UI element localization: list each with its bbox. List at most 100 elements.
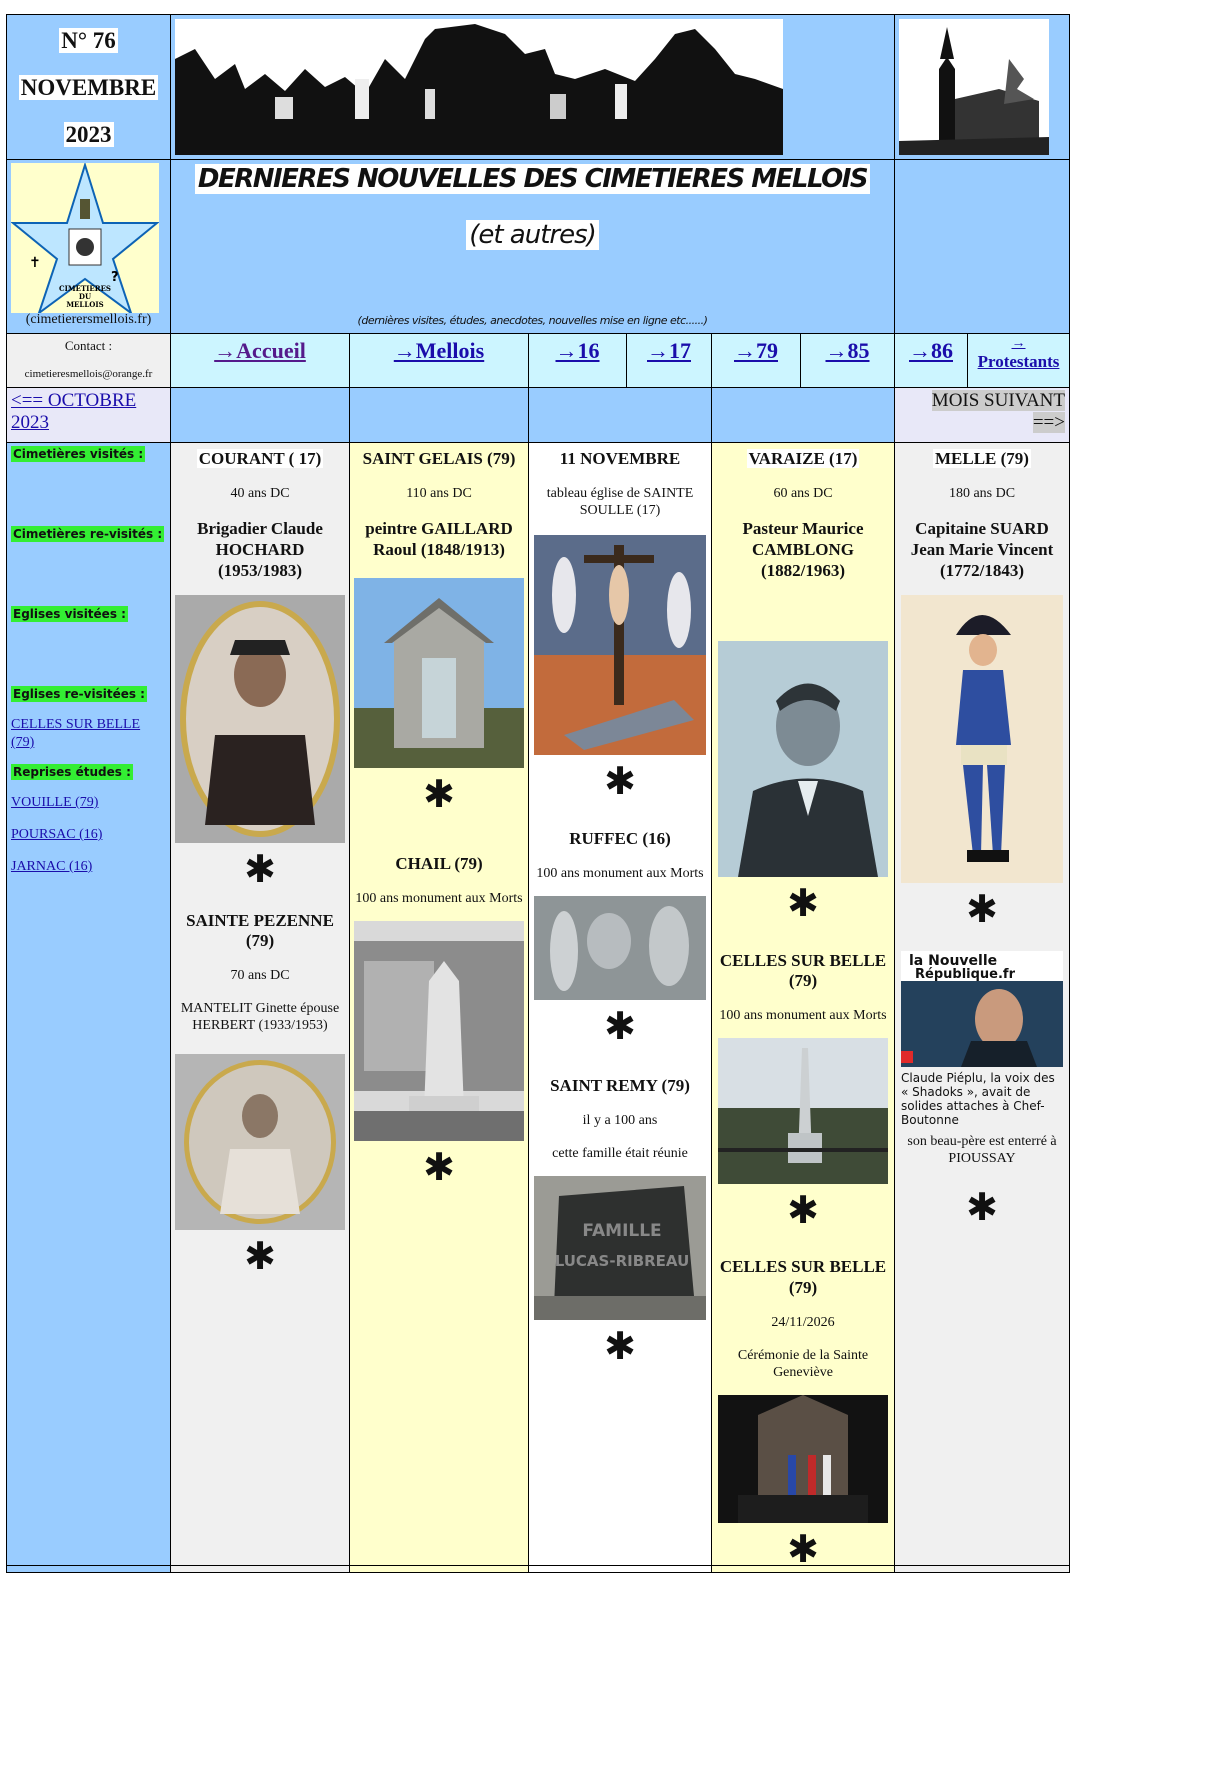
portrait-camblong-image[interactable] — [718, 641, 888, 877]
news-article-caption[interactable]: Claude Piéplu, la voix des « Shadoks », … — [899, 1071, 1065, 1127]
column-1: COURANT ( 17) 40 ans DC Brigadier Claude… — [170, 442, 350, 1566]
logo-caption: (cimetierersmellois.fr) — [25, 312, 152, 327]
nav-link-16[interactable]: →16 — [556, 338, 600, 363]
footer-strip-1 — [6, 1565, 171, 1573]
sidebar-link-celles-sur-belle[interactable]: CELLES SUR BELLE (79) — [11, 717, 140, 750]
sidebar-link-poursac[interactable]: POURSAC (16) — [11, 827, 102, 842]
question-icon: ? — [111, 270, 119, 285]
painting-sainte-soulle-image[interactable] — [534, 535, 706, 755]
nav-protestants: → Protestants — [967, 333, 1070, 388]
nav-16: →16 — [528, 333, 627, 388]
banner-cell — [170, 14, 895, 160]
col2-entry2-place: CHAIL (79) — [395, 854, 483, 873]
plaque-famille-image[interactable]: FAMILLE LUCAS-RIBREAU — [534, 1176, 706, 1320]
sidebar-link-jarnac[interactable]: JARNAC (16) — [11, 859, 92, 874]
col5-entry1-name: Capitaine SUARD Jean Marie Vincent (1772… — [910, 519, 1054, 580]
prev-month-cell: <== OCTOBRE 2023 — [6, 387, 171, 443]
pager-empty-1 — [170, 387, 350, 443]
column-2: SAINT GELAIS (79) 110 ans DC peintre GAI… — [349, 442, 529, 1566]
plaque-text-2: LUCAS-RIBREAU — [555, 1252, 690, 1270]
portrait-mantelit-image[interactable] — [175, 1054, 345, 1230]
plaque-text-1: FAMILLE — [582, 1221, 661, 1241]
monument-ruffec-image[interactable] — [534, 896, 706, 1000]
col3-star-1: ✱ — [604, 759, 636, 803]
footer-strip-6 — [894, 1565, 1070, 1573]
church-cell — [894, 14, 1070, 160]
col4-star-3: ✱ — [787, 1527, 819, 1566]
nav-link-protestants[interactable]: Protestants — [968, 352, 1069, 372]
nav-link-79[interactable]: →79 — [734, 338, 778, 363]
col2-entry1-name: peintre GAILLARD Raoul (1848/1913) — [365, 519, 513, 559]
nav-link-mellois[interactable]: →Mellois — [394, 338, 484, 363]
title-cell: DERNIERES NOUVELLES DES CIMETIERES MELLO… — [170, 159, 895, 334]
col1-entry2-info: 70 ans DC — [230, 968, 290, 983]
footer-strip-5 — [711, 1565, 895, 1573]
star-logo: CIMETIERES DU MELLOIS ✝ ? — [11, 163, 159, 313]
empty-cell-r2 — [894, 159, 1070, 334]
cross-icon: ✝ — [29, 255, 41, 271]
nav-86: →86 — [894, 333, 968, 388]
col4-entry3-info: 24/11/2026 — [771, 1315, 835, 1330]
pager-empty-2 — [349, 387, 529, 443]
issue-year: 2023 — [63, 122, 114, 147]
chapel-gaillard-image[interactable] — [354, 578, 524, 768]
col4-star-2: ✱ — [787, 1188, 819, 1232]
next-month-link[interactable]: MOIS SUIVANT ==> — [899, 390, 1065, 434]
nav-link-85[interactable]: →85 — [826, 338, 870, 363]
col4-entry1-place: VARAIZE (17) — [746, 449, 860, 468]
contact-cell: Contact : cimetieresmellois@orange.fr — [6, 333, 171, 388]
issue-number: N° 76 — [59, 28, 118, 53]
logo-cell: CIMETIERES DU MELLOIS ✝ ? (cimetierersme… — [6, 159, 171, 334]
col4-entry2-info: 100 ans monument aux Morts — [719, 1008, 887, 1023]
col4-entry2-place: CELLES SUR BELLE (79) — [719, 951, 887, 990]
col1-star-2: ✱ — [244, 1234, 276, 1278]
visited-churches-label: Eglises visitées : — [11, 606, 128, 622]
church-image — [899, 19, 1049, 155]
col3-star-2: ✱ — [604, 1004, 636, 1048]
nav-link-17[interactable]: →17 — [647, 338, 691, 363]
ceremony-image[interactable] — [718, 1395, 888, 1523]
page-subtitle: (et autres) — [171, 220, 894, 250]
col4-star-1: ✱ — [787, 881, 819, 925]
pager-empty-4 — [711, 387, 895, 443]
news-article-image[interactable]: la Nouvelle République.fr — [901, 951, 1063, 1067]
nav-79: →79 — [711, 333, 801, 388]
col1-entry2-detail: MANTELIT Ginette épouse HERBERT (1933/19… — [180, 1001, 340, 1033]
col3-entry3-place: SAINT REMY (79) — [550, 1076, 690, 1095]
col4-entry3-place: CELLES SUR BELLE (79) — [719, 1257, 887, 1297]
column-3: 11 NOVEMBRE tableau église de SAINTE SOU… — [528, 442, 712, 1566]
col1-entry1-place: COURANT ( 17) — [196, 449, 324, 468]
logo-text-3: MELLOIS — [66, 300, 103, 309]
nav-accueil: →Accueil — [170, 333, 350, 388]
col2-entry2-info: 100 ans monument aux Morts — [355, 891, 523, 906]
page-note: (dernières visites, études, anecdotes, n… — [357, 314, 708, 327]
col5-entry1-info: 180 ans DC — [948, 486, 1016, 501]
monument-chail-image[interactable] — [354, 921, 524, 1141]
col3-entry3-info: il y a 100 ans — [582, 1113, 658, 1128]
portrait-suard-image[interactable] — [901, 595, 1063, 883]
contact-label: Contact : — [64, 338, 113, 353]
nav-link-protestants-arrow[interactable]: → — [968, 336, 1069, 352]
col1-entry1-info: 40 ans DC — [230, 486, 290, 501]
page-title: DERNIERES NOUVELLES DES CIMETIERES MELLO… — [171, 164, 894, 194]
monument-celles-image[interactable] — [718, 1038, 888, 1184]
sidebar: Cimetières visités : Cimetières re-visit… — [6, 442, 171, 1566]
nav-17: →17 — [626, 333, 712, 388]
portrait-hochard-image[interactable] — [175, 595, 345, 843]
col3-entry1-info: tableau église de SAINTE SOULLE (17) — [546, 486, 694, 518]
col3-entry3-detail: cette famille était réunie — [552, 1146, 688, 1161]
footer-strip-4 — [528, 1565, 712, 1573]
nav-link-accueil[interactable]: →Accueil — [214, 338, 306, 363]
news-brand-2: République.fr — [915, 967, 1016, 982]
prev-month-link[interactable]: <== OCTOBRE 2023 — [11, 390, 136, 433]
column-5: MELLE (79) 180 ans DC Capitaine SUARD Je… — [894, 442, 1070, 1566]
contact-email[interactable]: cimetieresmellois@orange.fr — [7, 368, 170, 380]
col3-entry1-place: 11 NOVEMBRE — [559, 449, 681, 468]
col3-entry2-place: RUFFEC (16) — [569, 829, 671, 848]
revisited-churches-label: Eglises re-visitées : — [11, 686, 147, 702]
visited-cemeteries-label: Cimetières visités : — [11, 446, 146, 462]
nav-link-86[interactable]: →86 — [909, 338, 953, 363]
news-card[interactable]: la Nouvelle République.fr Claude Piéplu,… — [899, 951, 1065, 1127]
sidebar-link-vouille[interactable]: VOUILLE (79) — [11, 795, 98, 810]
col5-star-2: ✱ — [966, 1185, 998, 1229]
